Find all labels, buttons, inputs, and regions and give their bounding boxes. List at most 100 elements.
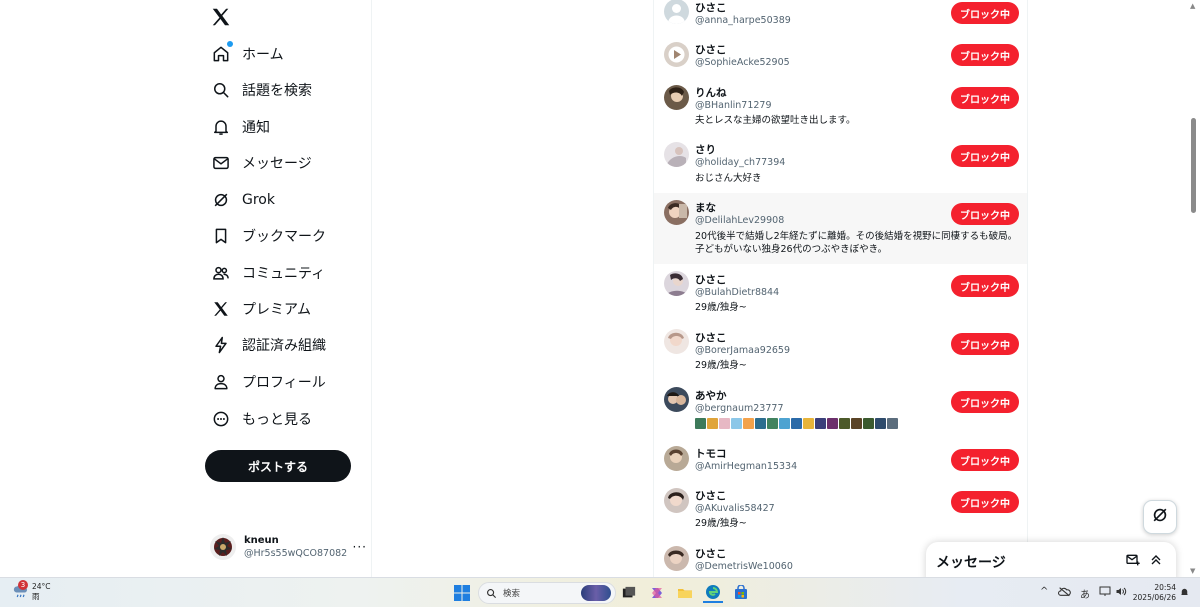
onedrive-icon[interactable]: [1058, 586, 1071, 600]
list-item[interactable]: まな @DelilahLev29908 20代後半で結婚し2年経たずに離婚。その…: [654, 193, 1027, 264]
file-explorer-icon[interactable]: [675, 583, 695, 603]
blocking-button[interactable]: ブロック中: [951, 275, 1019, 297]
nav-explore[interactable]: 話題を検索: [210, 75, 312, 105]
blocking-button[interactable]: ブロック中: [951, 391, 1019, 413]
user-bio: 20代後半で結婚し2年経たずに離婚。その後結婚を視野に同棲するも破局。子どもがい…: [695, 231, 1018, 255]
more-dots-icon[interactable]: ···: [353, 540, 367, 554]
emoji-icon: [839, 418, 850, 429]
x-logo-icon[interactable]: [210, 6, 234, 30]
nav-notifications-label: 通知: [242, 120, 270, 136]
list-item[interactable]: ひさこ @AKuvalis58427 29歳/独身~ ブロック中: [654, 480, 1027, 538]
bell-icon: [210, 116, 232, 138]
nav-more[interactable]: もっと見る: [210, 404, 312, 434]
list-item[interactable]: さり @holiday_ch77394 おじさん大好き ブロック中: [654, 136, 1027, 192]
list-item[interactable]: ひさこ @BulahDietr8844 29歳/独身~ ブロック中: [654, 264, 1027, 322]
nav-grok[interactable]: Grok: [210, 185, 275, 215]
clock-date: 2025/06/26: [1132, 593, 1176, 602]
avatar: [664, 546, 689, 571]
user-name: ひさこ: [695, 274, 727, 286]
blocking-button[interactable]: ブロック中: [951, 203, 1019, 225]
list-item[interactable]: あやか @bergnaum23777 ブロック中: [654, 380, 1027, 438]
clock-time: 20:54: [1154, 583, 1176, 592]
user-handle: @DelilahLev29908: [695, 215, 785, 226]
emoji-icon: [827, 418, 838, 429]
avatar: [664, 200, 689, 225]
nav-notifications[interactable]: 通知: [210, 112, 270, 142]
grok-floating-button[interactable]: [1143, 500, 1177, 534]
avatar: [664, 446, 689, 471]
blocking-button[interactable]: ブロック中: [951, 44, 1019, 66]
tray-overflow-icon[interactable]: ^: [1040, 586, 1048, 597]
volume-icon[interactable]: [1115, 586, 1127, 600]
windows-start-icon[interactable]: [452, 583, 472, 603]
list-item[interactable]: ひさこ @anna_harpe50389 ブロック中: [654, 0, 1027, 36]
more-circle-icon: [210, 408, 232, 430]
lightning-icon: [210, 334, 232, 356]
list-item[interactable]: トモコ @AmirHegman15334 ブロック中: [654, 438, 1027, 480]
blocking-button[interactable]: ブロック中: [951, 145, 1019, 167]
expand-chevron-icon[interactable]: [1148, 552, 1164, 572]
nav-bookmarks[interactable]: ブックマーク: [210, 221, 326, 251]
list-item[interactable]: ひさこ @SophieAcke52905 ブロック中: [654, 36, 1027, 80]
taskbar-search[interactable]: 検索: [478, 582, 616, 604]
new-message-icon[interactable]: [1125, 552, 1141, 572]
nav-profile-label: プロフィール: [242, 375, 326, 391]
list-item[interactable]: りんね @BHanlin71279 夫とレスな主婦の欲望吐き出します。 ブロック…: [654, 80, 1027, 136]
page-scrollbar[interactable]: ▲ ▼: [1189, 0, 1198, 577]
blocking-button[interactable]: ブロック中: [951, 491, 1019, 513]
nav-profile[interactable]: プロフィール: [210, 367, 326, 397]
notification-bell-icon[interactable]: [1179, 586, 1190, 601]
nav-premium-label: プレミアム: [242, 302, 312, 318]
blocking-button[interactable]: ブロック中: [951, 449, 1019, 471]
user-handle: @holiday_ch77394: [695, 157, 786, 168]
scrollbar-thumb[interactable]: [1191, 118, 1196, 213]
account-switcher[interactable]: kneun @Hr5s55wQCO87082 ···: [210, 532, 370, 562]
weather-widget[interactable]: 3 24°C 雨: [12, 580, 51, 602]
user-handle: @BHanlin71279: [695, 100, 772, 111]
user-handle: @AKuvalis58427: [695, 503, 775, 514]
home-icon: [210, 41, 233, 65]
scroll-down-icon[interactable]: ▼: [1190, 567, 1195, 575]
emoji-icon: [755, 418, 766, 429]
nav-messages[interactable]: メッセージ: [210, 148, 312, 178]
user-bio: 29歳/独身~: [695, 360, 747, 371]
blocking-button[interactable]: ブロック中: [951, 87, 1019, 109]
taskbar-clock[interactable]: 20:54 2025/06/26: [1132, 583, 1176, 603]
nav-premium[interactable]: プレミアム: [210, 294, 311, 324]
network-icon[interactable]: [1099, 586, 1111, 600]
account-handle: @Hr5s55wQCO87082: [244, 548, 348, 559]
nav-explore-label: 話題を検索: [242, 83, 312, 99]
task-view-icon[interactable]: [619, 583, 639, 603]
nav-verified-orgs[interactable]: 認証済み組織: [210, 330, 326, 360]
avatar: [664, 42, 689, 67]
user-handle: @BorerJamaa92659: [695, 345, 791, 356]
user-name: ひさこ: [695, 44, 727, 56]
user-bio: 夫とレスな主婦の欲望吐き出します。: [695, 115, 856, 126]
user-handle: @DemetrisWe10060: [695, 561, 793, 572]
microsoft-store-icon[interactable]: [731, 583, 751, 603]
x-logo-icon: [210, 298, 232, 320]
emoji-icon: [743, 418, 754, 429]
emoji-icon: [719, 418, 730, 429]
edge-browser-icon[interactable]: [703, 583, 723, 603]
blocking-button[interactable]: ブロック中: [951, 2, 1019, 24]
taskbar-search-placeholder: 検索: [503, 589, 521, 599]
emoji-icon: [767, 418, 778, 429]
user-name: ひさこ: [695, 332, 727, 344]
messages-drawer-title: メッセージ: [936, 555, 1006, 571]
person-icon: [210, 371, 232, 393]
list-item[interactable]: ひさこ @BorerJamaa92659 29歳/独身~ ブロック中: [654, 322, 1027, 380]
blocking-button[interactable]: ブロック中: [951, 333, 1019, 355]
messages-drawer[interactable]: メッセージ: [926, 542, 1176, 582]
post-button[interactable]: ポストする: [205, 450, 351, 482]
nav-home[interactable]: ホーム: [210, 39, 284, 69]
scroll-up-icon[interactable]: ▲: [1190, 2, 1195, 10]
ime-indicator[interactable]: あ: [1080, 586, 1090, 601]
user-name: トモコ: [695, 448, 727, 460]
copilot-icon[interactable]: [647, 583, 667, 603]
avatar: [664, 0, 689, 24]
nav-communities[interactable]: コミュニティ: [210, 258, 325, 288]
emoji-icon: [863, 418, 874, 429]
search-highlight-image: [581, 585, 611, 601]
user-bio: 29歳/独身~: [695, 518, 747, 529]
